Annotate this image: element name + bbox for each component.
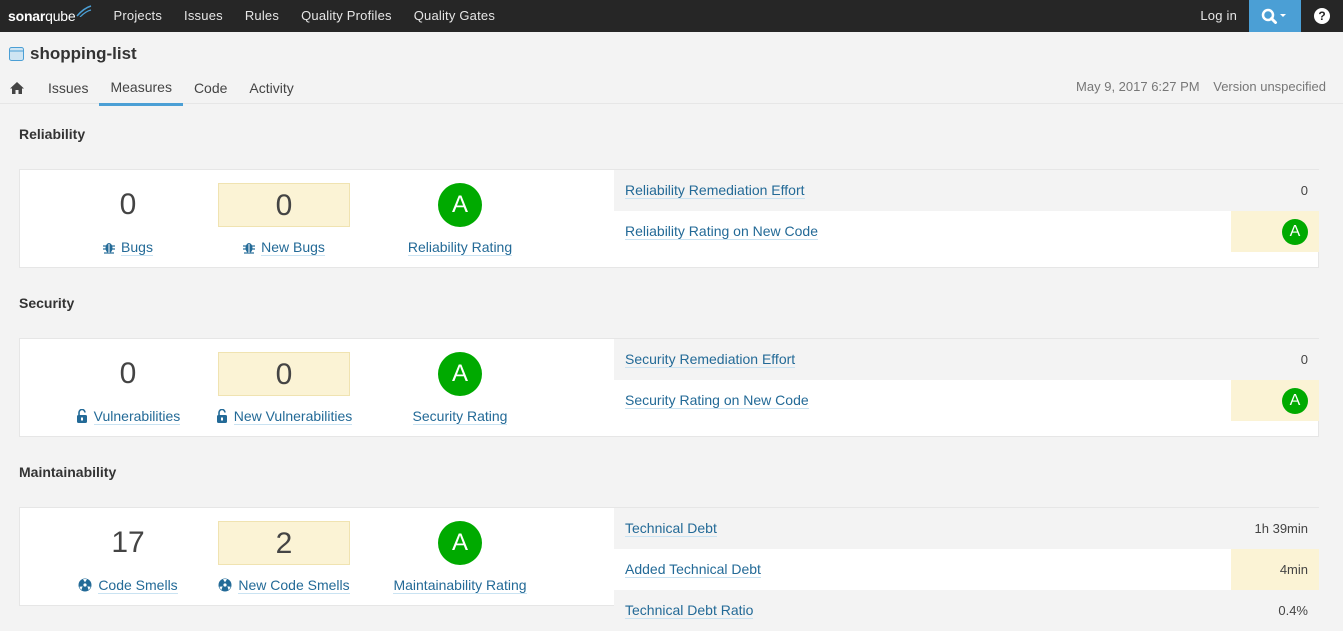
side-measure-link[interactable]: Reliability Rating on New Code	[625, 223, 818, 240]
measure-value[interactable]: 0	[38, 183, 218, 227]
measure-reliability-rating: A Reliability Rating	[370, 183, 550, 256]
side-measure-link[interactable]: Added Technical Debt	[625, 561, 761, 578]
rating-badge[interactable]: A	[438, 183, 482, 227]
section-title-reliability: Reliability	[19, 126, 86, 142]
side-measure-value[interactable]: 0	[1301, 352, 1308, 367]
measure-label[interactable]: New Bugs	[194, 239, 374, 257]
measure-label[interactable]: Maintainability Rating	[370, 577, 550, 594]
measure-label-text[interactable]: New Bugs	[261, 239, 325, 256]
measure-code-smells: 17 Code Smells	[38, 521, 218, 595]
measure-card-reliability: 0 Bugs 0 New Bugs A Reliability Rating Reliabi…	[19, 169, 1319, 268]
measure-label-text[interactable]: Security Rating	[412, 408, 508, 425]
measure-security-rating: A Security Rating	[370, 352, 550, 425]
rating-badge[interactable]: A	[438, 521, 482, 565]
side-measure-link[interactable]: Reliability Remediation Effort	[625, 182, 805, 199]
side-measure-link[interactable]: Security Remediation Effort	[625, 351, 796, 368]
measure-label[interactable]: Bugs	[38, 239, 218, 257]
side-measure-row: Reliability Rating on New Code A	[614, 211, 1319, 252]
measure-label[interactable]: Vulnerabilities	[38, 408, 218, 426]
measure-label[interactable]: Security Rating	[370, 408, 550, 425]
measure-vulnerabilities: 0 Vulnerabilities	[38, 352, 218, 426]
measure-label-text[interactable]: Vulnerabilities	[93, 408, 181, 425]
measure-label[interactable]: New Code Smells	[194, 577, 374, 595]
measure-card-security: 0 Vulnerabilities 0 New Vulnerabilities A Sec…	[19, 338, 1319, 437]
side-measure-link[interactable]: Security Rating on New Code	[625, 392, 809, 409]
side-measure-link[interactable]: Technical Debt Ratio	[625, 602, 754, 619]
side-measures: Technical Debt 1h 39min Added Technical De…	[614, 508, 1319, 631]
measure-value[interactable]: 0	[218, 183, 350, 227]
side-measure-row: Reliability Remediation Effort 0	[614, 170, 1319, 211]
measure-label-text[interactable]: New Code Smells	[238, 577, 350, 594]
measure-maintainability-rating: A Maintainability Rating	[370, 521, 550, 594]
measure-label-text[interactable]: New Vulnerabilities	[233, 408, 353, 425]
rating-badge-small[interactable]: A	[1282, 219, 1308, 245]
side-measure-value[interactable]: 0	[1301, 183, 1308, 198]
measure-value[interactable]: 2	[218, 521, 350, 565]
lock-icon	[216, 408, 228, 426]
lock-icon	[76, 408, 88, 426]
code-smell-icon	[218, 578, 232, 595]
measures-overview: Reliability 0 Bugs 0 New Bugs A Reliability Ra…	[0, 0, 1343, 631]
measure-bugs: 0 Bugs	[38, 183, 218, 257]
side-measure-row: Technical Debt 1h 39min	[614, 508, 1319, 549]
measure-new-bugs: 0 New Bugs	[194, 183, 374, 257]
side-measure-value[interactable]: 4min	[1280, 562, 1308, 577]
rating-badge[interactable]: A	[438, 352, 482, 396]
rating-badge-small[interactable]: A	[1282, 388, 1308, 414]
side-measure-value[interactable]: 1h 39min	[1255, 521, 1308, 536]
measure-label-text[interactable]: Code Smells	[98, 577, 178, 594]
measure-label[interactable]: Code Smells	[38, 577, 218, 595]
side-measure-link[interactable]: Technical Debt	[625, 520, 717, 537]
section-title-security: Security	[19, 295, 75, 311]
measure-value[interactable]: 17	[38, 521, 218, 565]
side-measures: Security Remediation Effort 0 Security Rat…	[614, 339, 1319, 421]
measure-label-text[interactable]: Bugs	[121, 239, 153, 256]
code-smell-icon	[78, 578, 92, 595]
bug-icon	[103, 240, 116, 257]
bug-icon	[243, 240, 256, 257]
measure-label-text[interactable]: Reliability Rating	[407, 239, 513, 256]
measure-label[interactable]: Reliability Rating	[370, 239, 550, 256]
measure-label-text[interactable]: Maintainability Rating	[393, 577, 527, 594]
measure-card-maintainability: 17 Code Smells 2 New Code Smells A Maintainab…	[19, 507, 1319, 631]
side-measure-row: Added Technical Debt 4min	[614, 549, 1319, 590]
side-measures: Reliability Remediation Effort 0 Reliabili…	[614, 170, 1319, 252]
side-measure-row: Security Rating on New Code A	[614, 380, 1319, 421]
measure-value[interactable]: 0	[38, 352, 218, 396]
section-title-maintainability: Maintainability	[19, 464, 117, 480]
measure-new-vulnerabilities: 0 New Vulnerabilities	[194, 352, 374, 426]
measure-value[interactable]: 0	[218, 352, 350, 396]
side-measure-value[interactable]: 0.4%	[1278, 603, 1308, 618]
side-measure-row: Security Remediation Effort 0	[614, 339, 1319, 380]
measure-label[interactable]: New Vulnerabilities	[194, 408, 374, 426]
side-measure-row: Technical Debt Ratio 0.4%	[614, 590, 1319, 631]
measure-new-code-smells: 2 New Code Smells	[194, 521, 374, 595]
